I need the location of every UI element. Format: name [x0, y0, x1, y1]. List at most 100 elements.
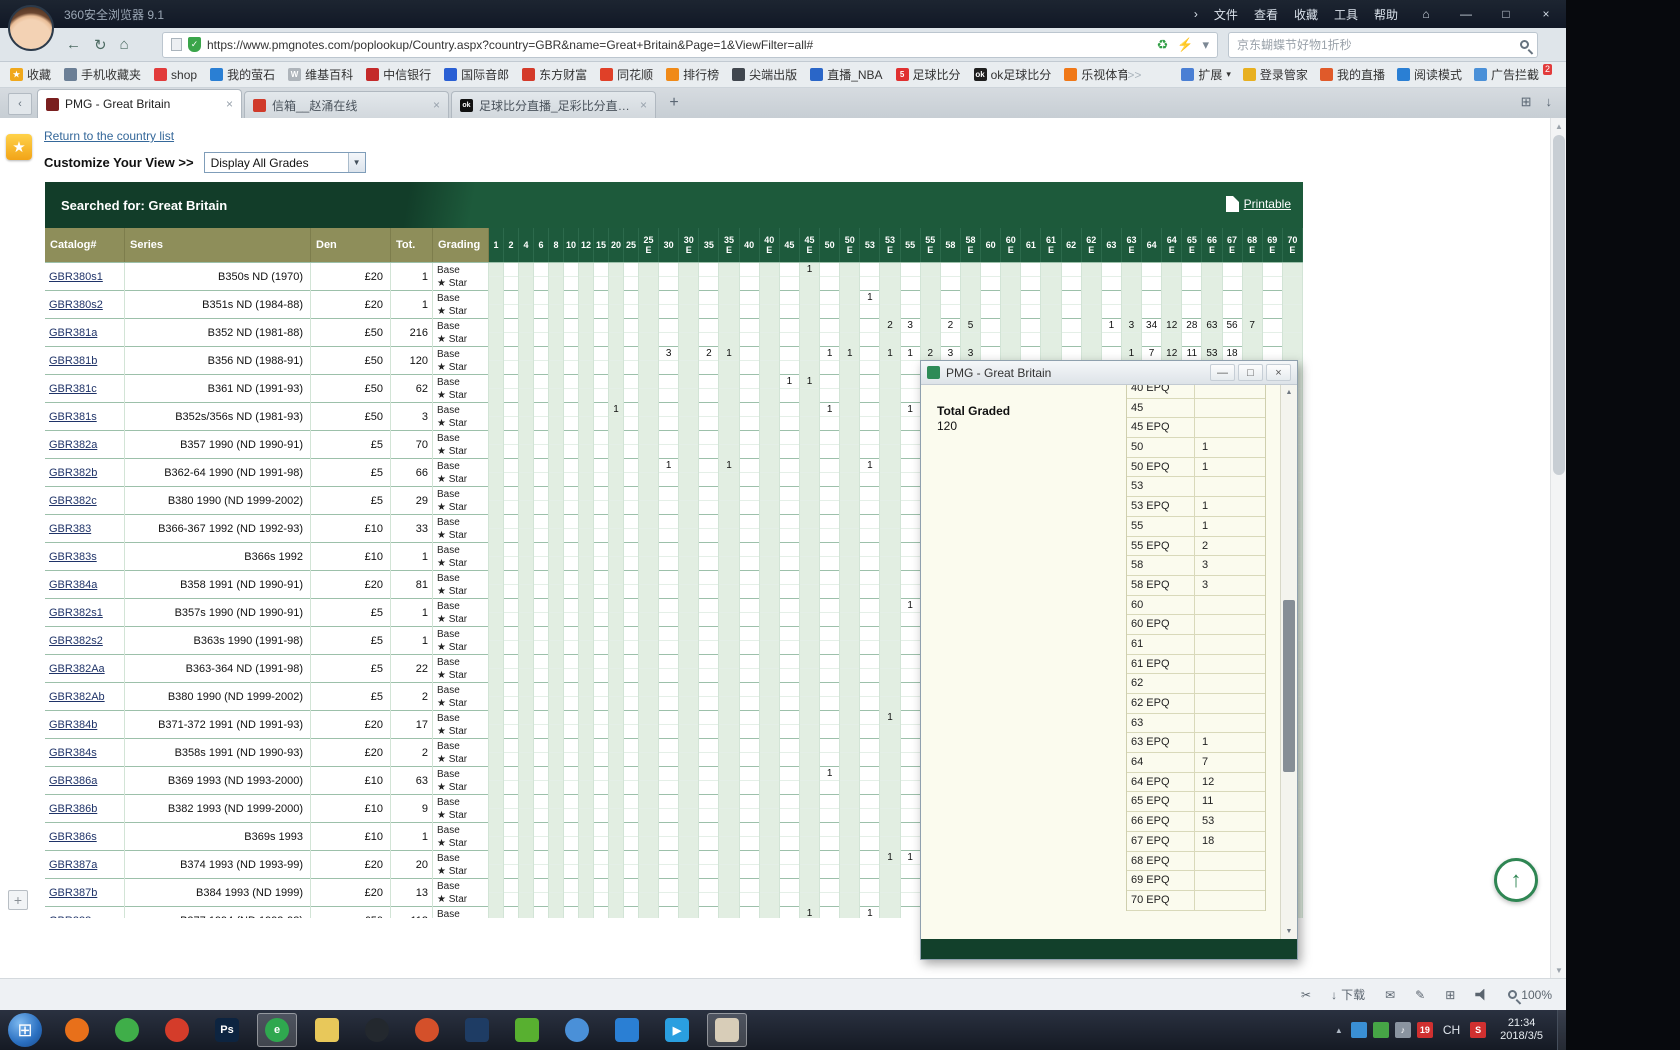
catalog-link[interactable]: GBR382s1	[45, 607, 103, 619]
bookmark-shop[interactable]: shop	[154, 68, 197, 82]
update-badge[interactable]: 19	[1417, 1022, 1433, 1038]
catalog-link[interactable]: GBR381a	[45, 327, 97, 339]
menu-item-收藏[interactable]: 收藏	[1294, 6, 1318, 23]
tab-grid-icon[interactable]: ⊞	[1521, 94, 1532, 110]
bookmark-我的萤石[interactable]: 我的萤石	[210, 66, 275, 83]
popup-scroll-down-icon[interactable]: ▼	[1281, 924, 1297, 939]
grade-filter-select[interactable]: Display All Grades ▼	[204, 152, 366, 173]
back-button[interactable]: ←	[66, 36, 81, 54]
menu-collapse-icon[interactable]: ›	[1194, 7, 1198, 21]
bookmark-中信银行[interactable]: 中信银行	[366, 66, 431, 83]
bookmark-手机收藏夹[interactable]: 手机收藏夹	[64, 66, 141, 83]
close-button[interactable]: ×	[1534, 5, 1558, 23]
tab-close-icon[interactable]: ×	[640, 98, 647, 112]
scroll-down-icon[interactable]: ▼	[1551, 962, 1566, 978]
toolbar-扩展[interactable]: 扩展▾	[1181, 66, 1231, 83]
page-info-icon[interactable]	[171, 38, 182, 51]
taskbar-chrome-icon[interactable]	[557, 1013, 597, 1047]
tab-close-icon[interactable]: ×	[433, 98, 440, 112]
popup-maximize-button[interactable]: □	[1238, 364, 1263, 381]
taskbar-video-play-icon[interactable]: ▶	[657, 1013, 697, 1047]
speed-mode-icon[interactable]: ⚡	[1177, 37, 1193, 53]
tab[interactable]: 信箱__赵涌在线×	[244, 91, 449, 118]
site-safety-shield-icon[interactable]: ✓	[188, 37, 201, 52]
catalog-link[interactable]: GBR388a	[45, 915, 97, 918]
bookmark-同花顺[interactable]: 同花顺	[600, 66, 653, 83]
popup-scrollbar[interactable]: ▲ ▼	[1280, 385, 1297, 939]
pc-manager-tray-icon[interactable]	[1351, 1022, 1367, 1038]
select-caret-icon[interactable]: ▼	[348, 153, 365, 172]
skin-icon[interactable]: ⌂	[1414, 5, 1438, 23]
popup-scroll-up-icon[interactable]: ▲	[1281, 385, 1297, 400]
catalog-link[interactable]: GBR383	[45, 523, 91, 535]
sidebar-add-button[interactable]: +	[8, 890, 28, 910]
window-split-icon[interactable]: ⊞	[1445, 988, 1455, 1002]
bookmark-足球比分[interactable]: 5足球比分	[896, 66, 961, 83]
taskbar-paint-icon[interactable]	[707, 1013, 747, 1047]
popup-minimize-button[interactable]: —	[1210, 364, 1235, 381]
taskbar-clock[interactable]: 21:34 2018/3/5	[1494, 1017, 1549, 1043]
toolbar-登录管家[interactable]: 登录管家	[1243, 66, 1308, 83]
refresh-button[interactable]: ↻	[94, 36, 107, 54]
taskbar-iqiyi-icon[interactable]	[507, 1013, 547, 1047]
page-scrollbar[interactable]: ▲ ▼	[1550, 118, 1566, 978]
search-icon[interactable]	[1520, 40, 1529, 49]
popup-titlebar[interactable]: PMG - Great Britain — □ ×	[921, 361, 1297, 385]
user-avatar[interactable]	[8, 5, 54, 51]
catalog-link[interactable]: GBR382s2	[45, 635, 103, 647]
catalog-link[interactable]: GBR382Ab	[45, 691, 105, 703]
taskbar-red-app-icon[interactable]	[157, 1013, 197, 1047]
catalog-link[interactable]: GBR384a	[45, 579, 97, 591]
search-box[interactable]: 京东蝴蝶节好物1折秒	[1228, 32, 1538, 58]
ime-icon[interactable]: S	[1470, 1022, 1486, 1038]
catalog-link[interactable]: GBR386s	[45, 831, 97, 843]
catalog-link[interactable]: GBR384s	[45, 747, 97, 759]
tab-close-icon[interactable]: ×	[226, 97, 233, 111]
new-tab-button[interactable]: +	[662, 92, 686, 114]
catalog-link[interactable]: GBR382b	[45, 467, 97, 479]
catalog-link[interactable]: GBR381c	[45, 383, 97, 395]
address-bar[interactable]: ✓ https://www.pmgnotes.com/poplookup/Cou…	[162, 32, 1218, 58]
bookmark-排行榜[interactable]: 排行榜	[666, 66, 719, 83]
bookmark-乐视体育-[interactable]: 乐视体育-	[1064, 66, 1127, 83]
back-to-top-button[interactable]: ↑	[1494, 858, 1538, 902]
taskbar-photoshop-icon[interactable]: Ps	[207, 1013, 247, 1047]
recently-closed-icon[interactable]: ↓	[1546, 94, 1553, 110]
tray-expand-icon[interactable]: ▲	[1335, 1026, 1343, 1035]
taskbar-blue-tool-icon[interactable]	[457, 1013, 497, 1047]
catalog-link[interactable]: GBR380s1	[45, 271, 103, 283]
taskbar-orange-browser-icon[interactable]	[407, 1013, 447, 1047]
printable-link[interactable]: Printable	[1226, 196, 1291, 212]
taskbar-firefox-icon[interactable]	[57, 1013, 97, 1047]
toolbar-我的直播[interactable]: 我的直播	[1320, 66, 1385, 83]
zoom-control[interactable]: 100%	[1508, 988, 1552, 1002]
url-text[interactable]: https://www.pmgnotes.com/poplookup/Count…	[207, 38, 1151, 52]
bookmark-维基百科[interactable]: W维基百科	[288, 66, 353, 83]
favorite-star-widget[interactable]: ★	[6, 134, 32, 160]
show-desktop-button[interactable]	[1557, 1010, 1566, 1050]
catalog-link[interactable]: GBR380s2	[45, 299, 103, 311]
catalog-link[interactable]: GBR382Aa	[45, 663, 105, 675]
home-button[interactable]: ⌂	[120, 36, 129, 54]
popup-scroll-thumb[interactable]	[1283, 600, 1295, 772]
taskbar-store-icon[interactable]	[607, 1013, 647, 1047]
catalog-link[interactable]: GBR381s	[45, 411, 97, 423]
bookmark-东方财富[interactable]: 东方财富	[522, 66, 587, 83]
return-country-list-link[interactable]: Return to the country list	[44, 129, 174, 143]
bookmark-尖端出版[interactable]: 尖端出版	[732, 66, 797, 83]
catalog-link[interactable]: GBR387b	[45, 887, 97, 899]
tab[interactable]: PMG - Great Britain×	[37, 89, 242, 118]
toolbar-阅读模式[interactable]: 阅读模式	[1397, 66, 1462, 83]
note-icon[interactable]: ✎	[1415, 988, 1425, 1002]
menu-item-文件[interactable]: 文件	[1214, 6, 1238, 23]
search-placeholder[interactable]: 京东蝴蝶节好物1折秒	[1237, 36, 1520, 53]
maximize-button[interactable]: □	[1494, 5, 1518, 23]
catalog-link[interactable]: GBR384b	[45, 719, 97, 731]
auto-refresh-icon[interactable]: ♻	[1157, 37, 1169, 53]
music-tray-icon[interactable]: ♪	[1395, 1022, 1411, 1038]
bookmark-ok足球比分[interactable]: okok足球比分	[974, 66, 1052, 83]
menu-item-帮助[interactable]: 帮助	[1374, 6, 1398, 23]
bookmark-收藏[interactable]: ★收藏	[10, 66, 51, 83]
taskbar-360-safety-icon[interactable]	[107, 1013, 147, 1047]
toolbar-广告拦截[interactable]: 广告拦截2	[1474, 66, 1552, 83]
